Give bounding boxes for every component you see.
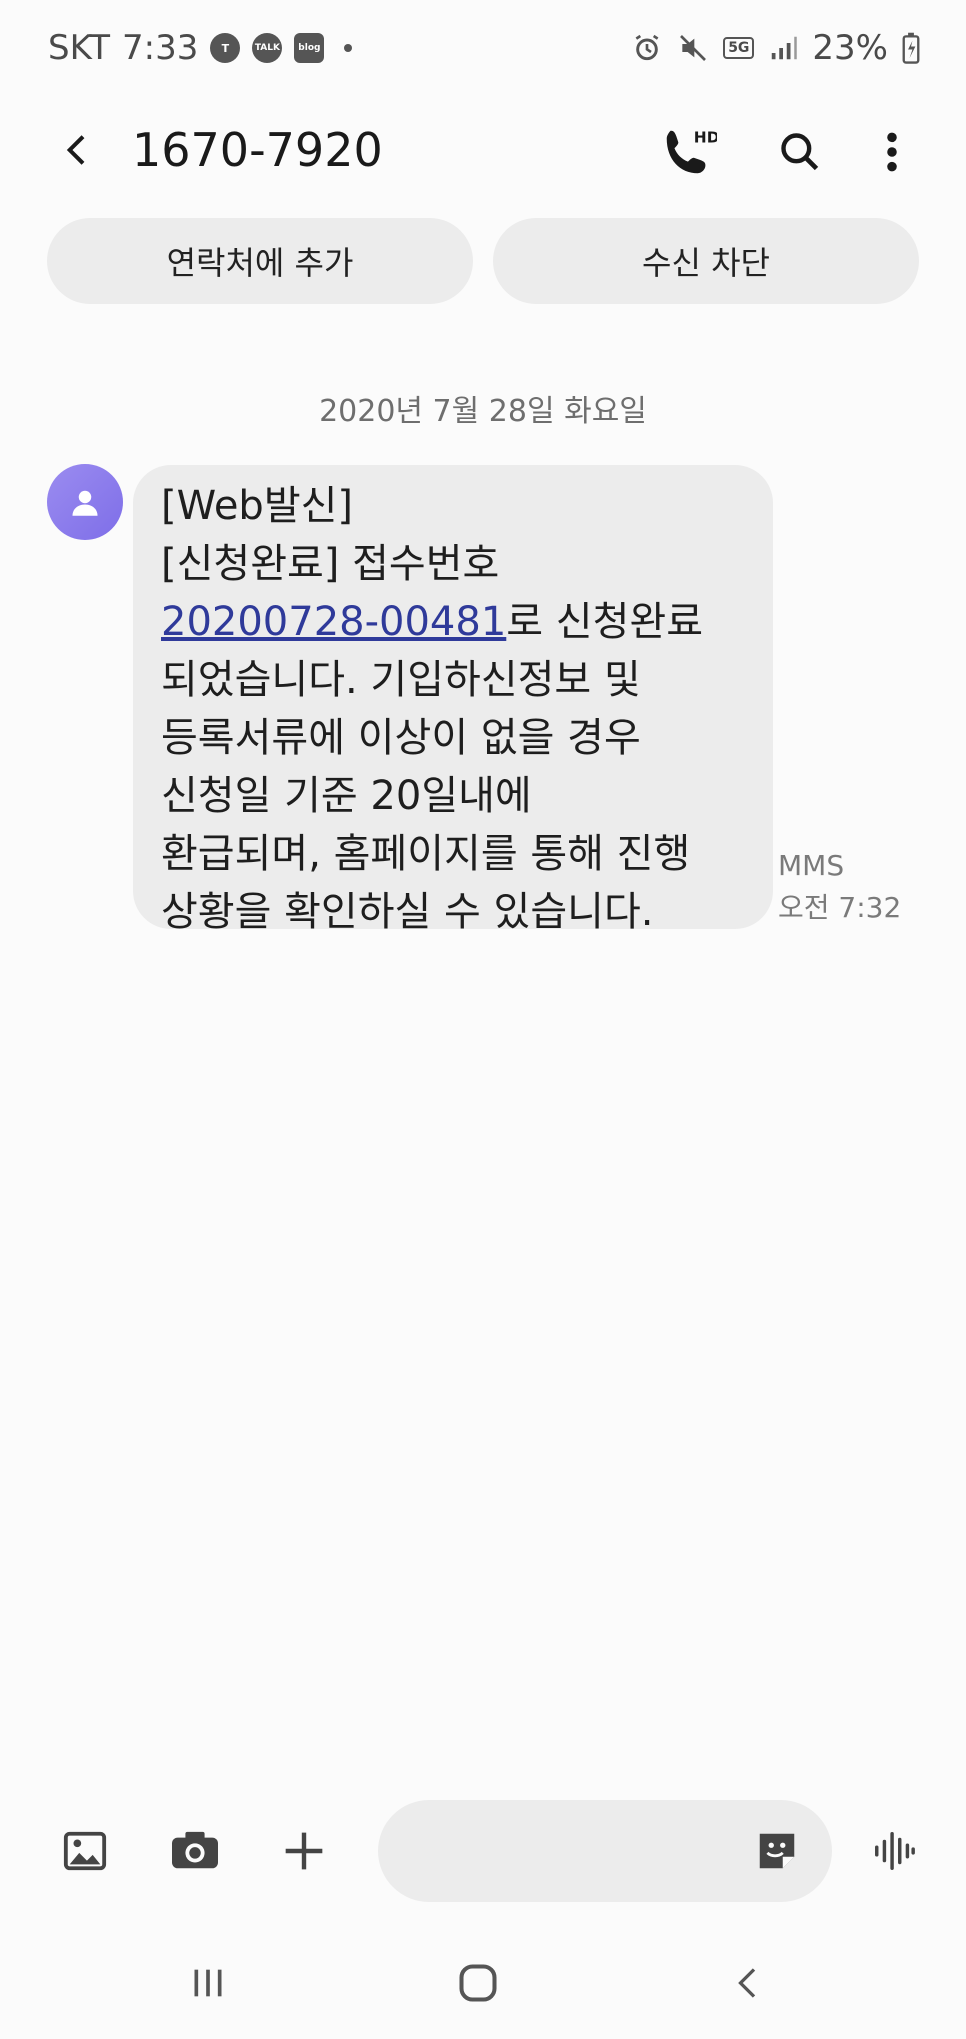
- person-icon: [72, 490, 98, 516]
- gallery-button[interactable]: [53, 1819, 117, 1883]
- message-bubble[interactable]: [Web발신] [신청완료] 접수번호 20200728-00481로 신청완료…: [133, 465, 773, 935]
- message-input-box[interactable]: [378, 1800, 832, 1904]
- status-bar: SKT 7:33 T TALK blog 5G 23%: [0, 0, 966, 100]
- network-badge: 5G: [723, 37, 755, 59]
- navigation-bar: [0, 1925, 966, 2039]
- battery-charging-icon: [902, 32, 920, 64]
- blog-icon: blog: [294, 33, 325, 63]
- sticker-icon: [759, 1833, 795, 1869]
- recent-apps-icon: [194, 1969, 222, 1997]
- signal-icon: [772, 36, 798, 60]
- system-back-button[interactable]: [716, 1951, 780, 2015]
- chevron-left-icon: [66, 135, 85, 165]
- plus-icon: [285, 1832, 323, 1870]
- message-meta: MMS 오전 7:32: [778, 845, 901, 929]
- carrier-label: SKT: [48, 28, 111, 68]
- more-notifications-icon: [344, 44, 353, 52]
- status-left: SKT 7:33 T TALK blog: [48, 28, 353, 68]
- waveform-icon: [875, 1832, 915, 1870]
- nav-back-icon: [738, 1968, 756, 1998]
- recent-apps-button[interactable]: [176, 1951, 240, 2015]
- screen: SKT 7:33 T TALK blog 5G 23% 1670-7920 HD: [0, 0, 966, 2039]
- battery-percent: 23%: [812, 28, 888, 68]
- home-icon: [459, 1964, 497, 2002]
- status-right: 5G 23%: [631, 28, 920, 68]
- message-text-part2: 로 신청완료 되었습니다. 기입하신정보 및 등록서류에 이상이 없을 경우 신…: [161, 599, 703, 935]
- mute-icon: [680, 35, 707, 61]
- search-button[interactable]: [770, 122, 830, 182]
- search-icon: [781, 133, 819, 171]
- camera-button[interactable]: [163, 1819, 227, 1883]
- more-vertical-icon: [887, 132, 897, 172]
- receipt-number-link[interactable]: 20200728-00481: [161, 599, 506, 645]
- sticker-button[interactable]: [752, 1826, 802, 1876]
- camera-icon: [172, 1831, 218, 1869]
- message-text-part1: [Web발신] [신청완료] 접수번호: [161, 483, 500, 587]
- message-input[interactable]: [414, 1800, 758, 1904]
- alarm-icon: [635, 34, 659, 61]
- t-icon: T: [210, 33, 241, 63]
- svg-text:HD: HD: [694, 128, 717, 146]
- back-button[interactable]: [50, 122, 106, 178]
- home-button[interactable]: [446, 1951, 510, 2015]
- image-icon: [63, 1831, 107, 1871]
- clock: 7:33: [122, 28, 199, 68]
- more-options-button[interactable]: [862, 122, 922, 182]
- block-number-button[interactable]: 수신 차단: [493, 218, 919, 304]
- app-bar: 1670-7920 HD: [0, 100, 966, 200]
- phone-hd-icon: HD: [666, 128, 717, 174]
- composer-bar: [0, 1786, 966, 1916]
- voice-record-button[interactable]: [862, 1819, 926, 1883]
- hd-call-button[interactable]: HD: [658, 122, 718, 182]
- talk-icon: TALK: [252, 33, 283, 63]
- message-type: MMS: [778, 849, 845, 882]
- attach-more-button[interactable]: [272, 1819, 336, 1883]
- add-to-contacts-button[interactable]: 연락처에 추가: [47, 218, 473, 304]
- avatar[interactable]: [47, 464, 123, 540]
- date-separator: 2020년 7월 28일 화요일: [319, 394, 647, 429]
- conversation-title: 1670-7920: [132, 123, 383, 177]
- message-time: 오전 7:32: [778, 891, 902, 924]
